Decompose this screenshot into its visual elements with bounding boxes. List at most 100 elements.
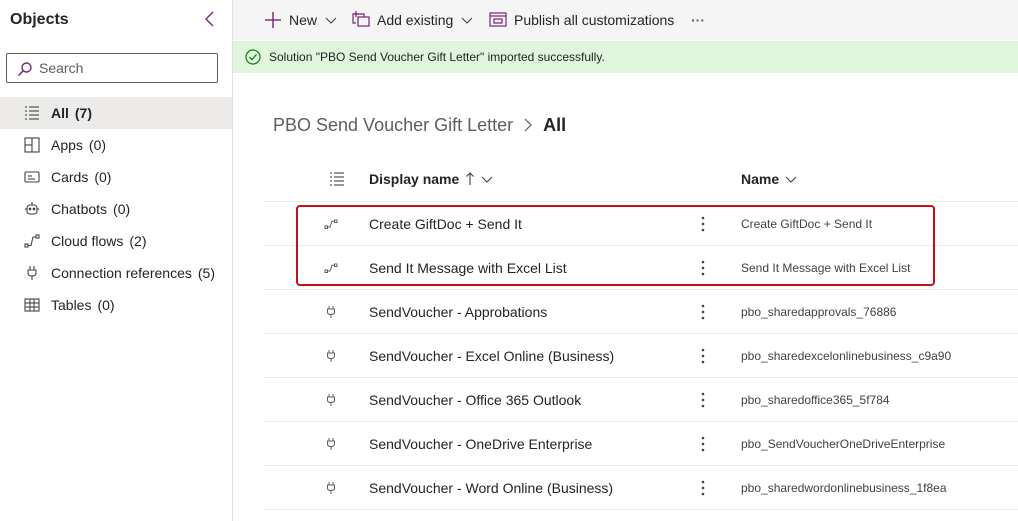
banner-message: Solution "PBO Send Voucher Gift Letter" … [269, 50, 605, 64]
more-options-icon[interactable] [693, 214, 713, 234]
row-name: pbo_sharedwordonlinebusiness_1f8ea [741, 480, 947, 495]
sidebar-item-count: (0) [88, 137, 107, 153]
objects-sidebar: Objects All (7) Apps (0) [0, 0, 233, 521]
search-input[interactable] [39, 58, 209, 78]
row-display-name[interactable]: SendVoucher - Excel Online (Business) [369, 334, 614, 377]
row-name: pbo_SendVoucherOneDriveEnterprise [741, 436, 946, 451]
sidebar-item-label: Connection references [51, 265, 192, 281]
plug-icon [327, 350, 335, 362]
select-all-list-icon[interactable] [323, 157, 345, 201]
sidebar-item-label: Tables [51, 297, 92, 313]
table-icon [23, 296, 41, 314]
sidebar-title: Objects [10, 11, 69, 28]
sidebar-item-count: (0) [113, 201, 131, 217]
grid-bottom-border [265, 509, 1018, 510]
sidebar-item-label: Apps [51, 137, 83, 153]
row-display-name[interactable]: SendVoucher - Word Online (Business) [369, 466, 613, 509]
chevron-right-icon [524, 118, 532, 132]
plug-icon [23, 264, 41, 282]
more-options-icon[interactable] [693, 302, 713, 322]
new-label: New [289, 12, 318, 28]
add-existing-icon [352, 11, 370, 27]
flow-icon [324, 219, 338, 229]
column-label: Name [741, 171, 780, 187]
chevron-down-icon [481, 176, 493, 183]
search-box[interactable] [6, 53, 218, 83]
more-options-icon[interactable] [693, 434, 713, 454]
row-name: pbo_sharedoffice365_5f784 [741, 392, 890, 407]
grid-header: Display name Name [265, 157, 1018, 201]
column-header-name[interactable]: Name [741, 157, 797, 201]
row-display-name[interactable]: SendVoucher - Office 365 Outlook [369, 378, 581, 421]
row-display-name[interactable]: Send It Message with Excel List [369, 246, 567, 289]
add-existing-button[interactable]: Add existing [352, 0, 480, 40]
table-row[interactable]: Send It Message with Excel List Send It … [265, 245, 1018, 289]
sidebar-item-count: (0) [97, 297, 115, 313]
row-name: pbo_sharedexcelonlinebusiness_c9a90 [741, 348, 952, 363]
chevron-down-icon [461, 17, 473, 24]
breadcrumb-current: All [543, 114, 567, 135]
sidebar-item-count: (7) [74, 105, 93, 121]
flow-icon [324, 263, 338, 273]
column-header-display-name[interactable]: Display name [369, 157, 493, 201]
sidebar-item-connection-references[interactable]: Connection references (5) [0, 257, 232, 289]
more-commands-label: ··· [691, 12, 705, 28]
list-icon [23, 104, 41, 122]
row-name: Create GiftDoc + Send It [741, 216, 873, 231]
sidebar-item-tables[interactable]: Tables (0) [0, 289, 232, 321]
sidebar-item-label: Chatbots [51, 201, 108, 217]
sidebar-item-apps[interactable]: Apps (0) [0, 129, 232, 161]
row-display-name[interactable]: SendVoucher - Approbations [369, 290, 547, 333]
command-bar: New Add existing Publish all customizati… [233, 0, 1018, 40]
publish-all-button[interactable]: Publish all customizations [489, 0, 674, 40]
sidebar-item-cloud-flows[interactable]: Cloud flows (2) [0, 225, 232, 257]
plus-icon [265, 12, 281, 28]
check-circle-icon [245, 49, 261, 65]
add-existing-label: Add existing [377, 12, 454, 28]
table-row[interactable]: SendVoucher - OneDrive Enterprise pbo_Se… [265, 421, 1018, 465]
flow-icon [23, 232, 41, 250]
plug-icon [327, 306, 335, 318]
row-display-name[interactable]: Create GiftDoc + Send It [369, 202, 522, 245]
sidebar-item-cards[interactable]: Cards (0) [0, 161, 232, 193]
chevron-down-icon [325, 17, 337, 24]
row-name: pbo_sharedapprovals_76886 [741, 304, 897, 319]
publish-label: Publish all customizations [514, 12, 675, 28]
card-icon [23, 168, 41, 186]
chevron-down-icon [785, 176, 797, 183]
sidebar-item-all[interactable]: All (7) [0, 97, 232, 129]
sidebar-item-count: (5) [197, 265, 215, 281]
plug-icon [327, 438, 335, 450]
column-label: Display name [369, 171, 460, 187]
table-row[interactable]: SendVoucher - Approbations pbo_sharedapp… [265, 289, 1018, 333]
success-banner: Solution "PBO Send Voucher Gift Letter" … [233, 41, 1018, 73]
sidebar-item-chatbots[interactable]: Chatbots (0) [0, 193, 232, 225]
sidebar-item-label: Cards [51, 169, 89, 185]
breadcrumb: PBO Send Voucher Gift Letter All [273, 113, 566, 137]
row-name: Send It Message with Excel List [741, 260, 911, 275]
table-row[interactable]: SendVoucher - Word Online (Business) pbo… [265, 465, 1018, 509]
search-icon [17, 62, 32, 77]
breadcrumb-parent[interactable]: PBO Send Voucher Gift Letter [273, 115, 513, 136]
plug-icon [327, 394, 335, 406]
more-options-icon[interactable] [693, 346, 713, 366]
table-row[interactable]: Create GiftDoc + Send It Create GiftDoc … [265, 201, 1018, 245]
sort-ascending-icon [466, 172, 475, 185]
sidebar-item-count: (0) [94, 169, 112, 185]
more-options-icon[interactable] [693, 258, 713, 278]
row-display-name[interactable]: SendVoucher - OneDrive Enterprise [369, 422, 592, 465]
table-row[interactable]: SendVoucher - Excel Online (Business) pb… [265, 333, 1018, 377]
sidebar-item-label: Cloud flows [51, 233, 124, 249]
plug-icon [327, 482, 335, 494]
table-row[interactable]: SendVoucher - Office 365 Outlook pbo_sha… [265, 377, 1018, 421]
sidebar-item-count: (2) [129, 233, 147, 249]
more-commands-button[interactable]: ··· [691, 0, 705, 40]
sidebar-item-label: All [51, 105, 69, 121]
apps-icon [23, 136, 41, 154]
new-button[interactable]: New [264, 0, 344, 40]
bot-icon [23, 200, 41, 218]
more-options-icon[interactable] [693, 390, 713, 410]
publish-icon [489, 12, 507, 27]
more-options-icon[interactable] [693, 478, 713, 498]
collapse-chevron-icon[interactable] [201, 10, 219, 28]
